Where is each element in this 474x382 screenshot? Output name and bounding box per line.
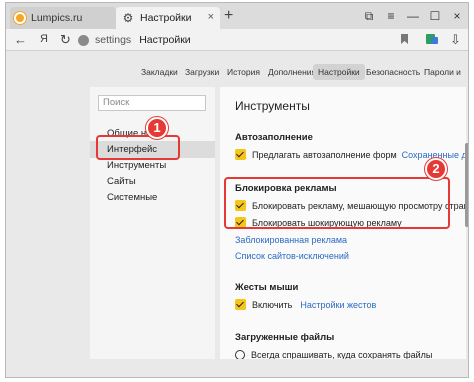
tab-settings-page[interactable]: Настройки [313, 64, 365, 80]
autofill-label: Предлагать автозаполнение форм [252, 149, 397, 160]
yandex-icon[interactable]: Я [40, 33, 48, 45]
close-window-button[interactable]: × [446, 9, 468, 23]
close-tab-icon[interactable]: × [208, 11, 214, 23]
autofill-checkbox[interactable] [235, 149, 246, 160]
reload-icon[interactable]: ↻ [60, 32, 71, 48]
extension-icon[interactable] [425, 32, 439, 46]
gear-icon: ⚙ [122, 11, 134, 25]
tab-passwords[interactable]: Пароли и [419, 64, 466, 80]
gestures-settings-link[interactable]: Настройки жестов [300, 300, 376, 310]
tab-settings[interactable]: ⚙ Настройки × [116, 7, 220, 29]
ask-location-label: Всегда спрашивать, куда сохранять файлы [251, 350, 433, 359]
annotation-box-1 [96, 135, 180, 160]
gestures-checkbox[interactable] [235, 299, 246, 310]
autofill-heading: Автозаполнение [235, 132, 313, 143]
pin-tabs-icon[interactable]: ⧉ [358, 9, 380, 24]
annotation-badge-2: 2 [425, 158, 447, 180]
new-tab-button[interactable]: + [224, 7, 233, 25]
annotation-badge-1: 1 [146, 117, 168, 139]
back-icon[interactable]: ← [14, 32, 27, 47]
tab-label: Настройки [140, 12, 192, 24]
downloads-heading: Загруженные файлы [235, 332, 335, 343]
tab-security[interactable]: Безопасность [361, 64, 425, 80]
menu-icon[interactable]: ≡ [380, 9, 402, 23]
gestures-row: Включить Настройки жестов [235, 299, 376, 310]
maximize-button[interactable]: ☐ [424, 9, 446, 23]
annotation-box-2 [224, 177, 450, 229]
sidebar-item-sites[interactable]: Сайты [90, 173, 215, 190]
window-controls: ⧉ ≡ — ☐ × [358, 3, 468, 29]
tab-lumpics[interactable]: Lumpics.ru [10, 7, 116, 29]
exceptions-link[interactable]: Список сайтов-исключений [235, 251, 349, 261]
ask-location-radio[interactable] [235, 350, 245, 359]
tab-label: Lumpics.ru [31, 12, 83, 24]
settings-tabs: Закладки Загрузки История Дополнения Нас… [6, 61, 468, 83]
address-bar[interactable]: settings Настройки [78, 32, 414, 48]
sidebar-item-system[interactable]: Системные [90, 189, 215, 206]
blocked-ads-link[interactable]: Заблокированная реклама [235, 235, 347, 245]
lumpics-favicon-icon [14, 12, 26, 24]
tab-history[interactable]: История [222, 64, 265, 80]
downloads-row: Всегда спрашивать, куда сохранять файлы [235, 350, 432, 359]
tab-bar: Lumpics.ru ⚙ Настройки × + ⧉ ≡ — ☐ × [6, 3, 468, 29]
downloads-icon[interactable]: ⇩ [450, 32, 461, 48]
tab-bookmarks[interactable]: Закладки [136, 64, 183, 80]
navigation-bar: ← Я ↻ settings Настройки ⇩ [6, 29, 468, 51]
settings-search-input[interactable]: Поиск [98, 95, 206, 111]
minimize-button[interactable]: — [402, 9, 424, 23]
page-title: Инструменты [235, 99, 310, 113]
content-scrollbar[interactable] [465, 143, 468, 227]
gestures-label: Включить [252, 299, 293, 310]
settings-site-icon [78, 34, 89, 46]
address-title: Настройки [139, 34, 191, 46]
address-scheme: settings [95, 34, 132, 46]
tab-downloads[interactable]: Загрузки [180, 64, 224, 80]
gestures-heading: Жесты мыши [235, 282, 299, 293]
